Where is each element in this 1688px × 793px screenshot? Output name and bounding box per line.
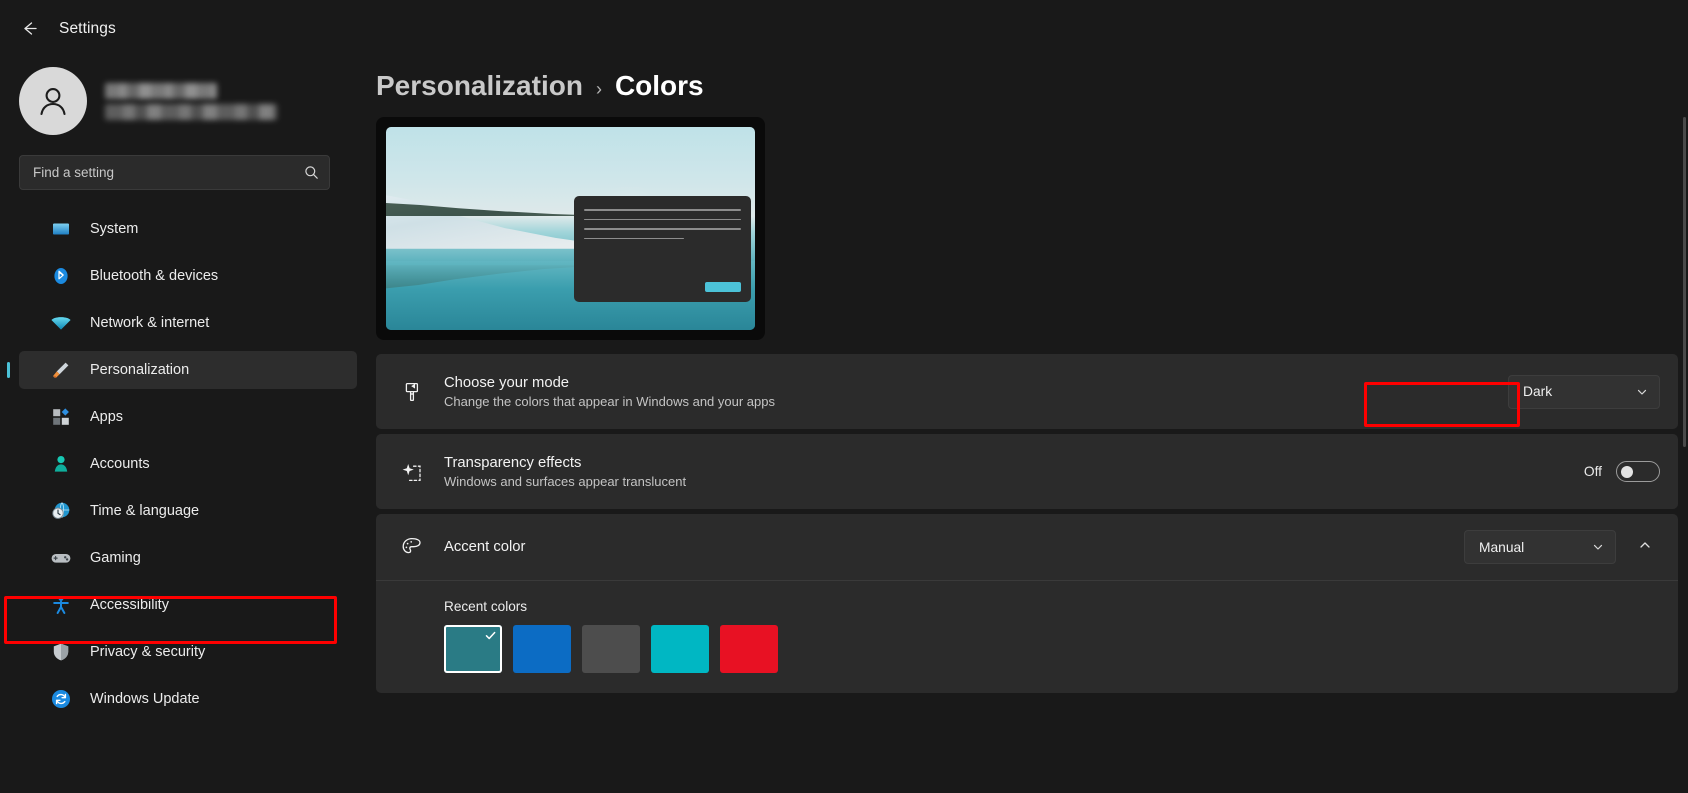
- settings-rows: Choose your mode Change the colors that …: [376, 354, 1688, 693]
- sidebar-item-windows-update[interactable]: Windows Update: [19, 680, 357, 718]
- chevron-up-icon: [1638, 538, 1652, 557]
- account-name-redacted: [105, 83, 277, 120]
- sidebar-item-label: Time & language: [90, 503, 199, 519]
- sidebar-item-network-internet[interactable]: Network & internet: [19, 304, 357, 342]
- content-scrollbar[interactable]: [1683, 117, 1686, 447]
- row-subtitle: Windows and surfaces appear translucent: [444, 474, 1584, 489]
- sidebar-item-label: Bluetooth & devices: [90, 268, 218, 284]
- row-title: Choose your mode: [444, 375, 1508, 391]
- color-swatch[interactable]: [444, 625, 502, 673]
- row-subtitle: Change the colors that appear in Windows…: [444, 394, 1508, 409]
- apps-grid-icon: [50, 406, 72, 428]
- sidebar-item-label: Network & internet: [90, 315, 209, 331]
- color-swatch[interactable]: [582, 625, 640, 673]
- settings-window: Settings: [0, 0, 1688, 793]
- row-title: Transparency effects: [444, 455, 1584, 471]
- sidebar-item-label: Accounts: [90, 456, 150, 472]
- transparency-effects-toggle[interactable]: [1616, 461, 1660, 482]
- accent-collapse-button[interactable]: [1630, 532, 1660, 562]
- recent-colors-label: Recent colors: [444, 599, 1656, 614]
- row-accent-color[interactable]: Accent color Manual: [376, 514, 1678, 580]
- search-input[interactable]: [33, 165, 304, 180]
- chevron-down-icon: [1592, 541, 1604, 553]
- toggle-state-label: Off: [1584, 464, 1602, 479]
- title-bar: Settings: [0, 0, 1688, 57]
- person-avatar-icon: [33, 81, 73, 121]
- sidebar-item-bluetooth-devices[interactable]: Bluetooth & devices: [19, 257, 357, 295]
- sidebar-item-label: Windows Update: [90, 691, 200, 707]
- mode-dropdown[interactable]: Dark: [1508, 375, 1660, 409]
- breadcrumb: Personalization › Colors: [376, 57, 1688, 102]
- sidebar-item-apps[interactable]: Apps: [19, 398, 357, 436]
- color-swatch[interactable]: [720, 625, 778, 673]
- check-icon: [484, 629, 497, 642]
- bluetooth-icon: [50, 265, 72, 287]
- recent-colors-panel: Recent colors: [376, 580, 1678, 693]
- preview-wallpaper: [386, 127, 755, 330]
- sparkle-transparency-icon: [398, 461, 426, 483]
- row-text-block: Accent color: [444, 539, 1464, 555]
- sidebar-item-label: Gaming: [90, 550, 141, 566]
- app-title: Settings: [59, 20, 116, 38]
- breadcrumb-personalization[interactable]: Personalization: [376, 70, 583, 102]
- accent-mode-value: Manual: [1479, 540, 1524, 555]
- refresh-circle-icon: [50, 688, 72, 710]
- person-icon: [50, 453, 72, 475]
- row-transparency-effects[interactable]: Transparency effects Windows and surface…: [376, 434, 1678, 509]
- window-body: System Bluetooth & devices: [0, 57, 1688, 793]
- breadcrumb-separator-icon: ›: [596, 79, 602, 100]
- sidebar-item-privacy-security[interactable]: Privacy & security: [19, 633, 357, 671]
- toggle-knob: [1621, 466, 1633, 478]
- recent-colors-swatches: [444, 625, 1656, 673]
- sidebar-nav: System Bluetooth & devices: [0, 210, 376, 718]
- row-choose-your-mode[interactable]: Choose your mode Change the colors that …: [376, 354, 1678, 429]
- accent-controls: Manual: [1464, 530, 1660, 564]
- shield-icon: [50, 641, 72, 663]
- sidebar-item-label: Privacy & security: [90, 644, 205, 660]
- row-title: Accent color: [444, 539, 1464, 555]
- paintbrush-icon: [398, 381, 426, 403]
- mode-dropdown-value: Dark: [1523, 384, 1552, 399]
- gamepad-icon: [50, 547, 72, 569]
- search-container: [0, 141, 376, 190]
- color-swatch[interactable]: [513, 625, 571, 673]
- account-block[interactable]: [0, 61, 376, 141]
- content-pane: Personalization › Colors: [376, 57, 1688, 793]
- sidebar-item-gaming[interactable]: Gaming: [19, 539, 357, 577]
- search-box[interactable]: [19, 155, 330, 190]
- sidebar-item-accessibility[interactable]: Accessibility: [19, 586, 357, 624]
- sidebar-item-label: System: [90, 221, 138, 237]
- palette-icon: [398, 536, 426, 558]
- accent-mode-dropdown[interactable]: Manual: [1464, 530, 1616, 564]
- search-icon[interactable]: [304, 165, 319, 180]
- clock-globe-icon: [50, 500, 72, 522]
- sidebar-item-label: Personalization: [90, 362, 189, 378]
- back-button[interactable]: [12, 12, 46, 46]
- sidebar-item-system[interactable]: System: [19, 210, 357, 248]
- sidebar-item-personalization[interactable]: Personalization: [19, 351, 357, 389]
- accessibility-person-icon: [50, 594, 72, 616]
- sidebar-item-label: Accessibility: [90, 597, 169, 613]
- colors-preview-thumbnail: [376, 117, 765, 340]
- chevron-down-icon: [1636, 386, 1648, 398]
- wifi-icon: [50, 312, 72, 334]
- paintbrush-icon: [50, 359, 72, 381]
- sidebar-item-time-language[interactable]: Time & language: [19, 492, 357, 530]
- arrow-left-icon: [20, 19, 39, 38]
- color-swatch[interactable]: [651, 625, 709, 673]
- row-text-block: Choose your mode Change the colors that …: [444, 375, 1508, 409]
- system-monitor-icon: [50, 218, 72, 240]
- sidebar: System Bluetooth & devices: [0, 57, 376, 793]
- transparency-toggle-group: Off: [1584, 461, 1660, 482]
- preview-mock-window: [574, 196, 751, 302]
- sidebar-item-label: Apps: [90, 409, 123, 425]
- sidebar-item-accounts[interactable]: Accounts: [19, 445, 357, 483]
- avatar: [19, 67, 87, 135]
- preview-accent-button: [705, 282, 741, 292]
- row-text-block: Transparency effects Windows and surface…: [444, 455, 1584, 489]
- breadcrumb-colors: Colors: [615, 70, 704, 102]
